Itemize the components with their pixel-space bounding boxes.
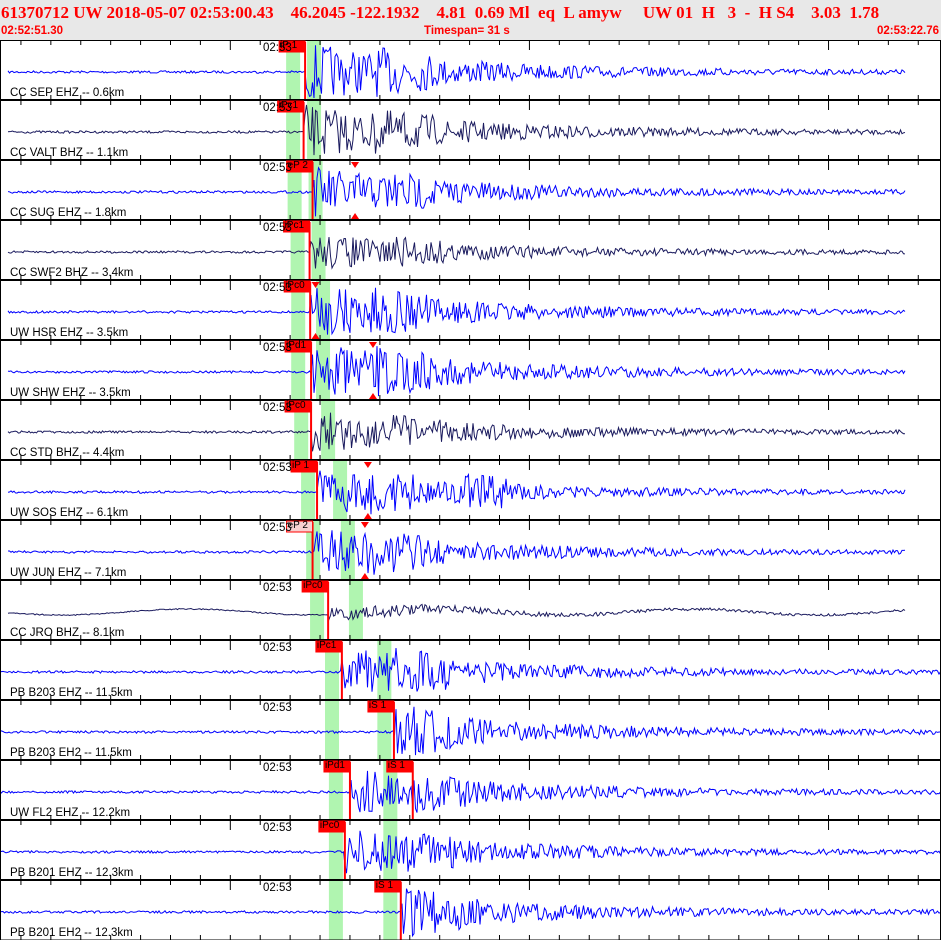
s-marker-icon <box>351 213 360 219</box>
pick-label[interactable]: iS 1 <box>369 700 386 711</box>
trace-label: PB B201 EHZ -- 12.3km <box>10 867 134 879</box>
minute-label: 02:53 <box>263 642 292 654</box>
s-marker-icon <box>363 462 372 468</box>
s-marker-icon <box>360 522 369 528</box>
s-marker-icon <box>351 162 360 168</box>
waveform <box>7 346 906 397</box>
minute-label: 02:53 <box>263 762 292 774</box>
waveform <box>7 603 906 621</box>
s-window <box>321 400 336 460</box>
waveform <box>7 45 906 99</box>
waveform <box>8 530 906 575</box>
trace-label: PB B203 EH2 -- 11.5km <box>10 747 132 759</box>
s-marker-icon <box>368 393 377 399</box>
trace-label: UW SOS EHZ -- 6.1km <box>10 507 129 519</box>
p-window <box>325 700 340 760</box>
minute-label: 02:53 <box>263 702 292 714</box>
trace-label: UW HSR EHZ -- 3.5km <box>10 327 129 339</box>
pick-label[interactable]: iS 1 <box>388 760 405 771</box>
trace-label: CC SUG EHZ -- 1.8km <box>10 207 127 219</box>
minute-label: 02:53 <box>263 822 292 834</box>
timespan: Timespan= 31 s <box>424 25 510 37</box>
trace-label: PB B201 EH2 -- 12.3km <box>10 927 133 939</box>
trace-label: UW FL2 EHZ -- 12.2km <box>10 807 131 819</box>
pick-label[interactable]: iP 1 <box>292 460 309 471</box>
waveform <box>7 412 906 452</box>
s-marker-icon <box>368 342 377 348</box>
waveform <box>0 830 941 874</box>
pick-label[interactable]: iPd1 <box>325 760 345 771</box>
pick-label[interactable]: iPc1 <box>279 100 298 111</box>
pick-label[interactable]: iPc1 <box>317 640 336 651</box>
minute-label: 02:53 <box>263 882 292 894</box>
pick-label[interactable]: iP 1 <box>280 40 297 51</box>
trace-label: CC SWF2 BHZ -- 3.4km <box>10 267 134 279</box>
pick-label[interactable]: iPc0 <box>285 280 304 291</box>
waveform <box>0 770 941 813</box>
trace-label: UW SHW EHZ -- 3.5km <box>10 387 131 399</box>
trace-canvas <box>0 40 941 940</box>
pick-label[interactable]: iPc0 <box>303 580 322 591</box>
event-header: 61370712 UW 2018-05-07 02:53:00.43 46.20… <box>0 0 941 40</box>
waveform <box>7 104 906 156</box>
start-time: 02:52:51.30 <box>1 25 64 37</box>
panel-border <box>0 40 941 940</box>
p-window <box>328 880 343 940</box>
waveform <box>0 648 941 692</box>
pick-label[interactable]: iPd1 <box>286 340 306 351</box>
event-summary: 61370712 UW 2018-05-07 02:53:00.43 46.20… <box>1 3 880 22</box>
end-time: 02:53:22.76 <box>876 25 939 37</box>
s-marker-icon <box>360 573 369 579</box>
waveform <box>7 470 906 515</box>
trace-label: CC SEP EHZ -- 0.6km <box>10 87 125 99</box>
pick-label[interactable]: iS 1 <box>376 880 393 891</box>
minute-label: 02:53 <box>263 462 292 474</box>
waveform <box>7 236 906 270</box>
pick-label[interactable]: eP 2 <box>288 520 308 531</box>
s-window <box>333 460 348 520</box>
trace-label: CC STD BHZ -- 4.4km <box>10 447 125 459</box>
waveform <box>7 166 906 217</box>
waveform <box>0 706 941 756</box>
trace-label: PB B203 EHZ -- 11.5km <box>10 687 133 699</box>
pick-label[interactable]: iPc0 <box>286 400 305 411</box>
trace-label: CC JRO BHZ -- 8.1km <box>10 627 125 639</box>
minute-label: 02:53 <box>263 582 292 594</box>
waveform <box>7 287 906 336</box>
waveform <box>0 888 941 938</box>
pick-label[interactable]: iPc0 <box>320 820 339 831</box>
pick-label[interactable]: eP 2 <box>288 160 308 171</box>
pick-label[interactable]: iPc1 <box>285 220 304 231</box>
seismogram-panel[interactable]: CC SEP EHZ -- 0.6km 02:53 iP 1 CC VALT BHZ … <box>0 40 941 940</box>
trace-label: CC VALT BHZ -- 1.1km <box>10 147 129 159</box>
trace-label: UW JUN EHZ -- 7.1km <box>10 567 127 579</box>
